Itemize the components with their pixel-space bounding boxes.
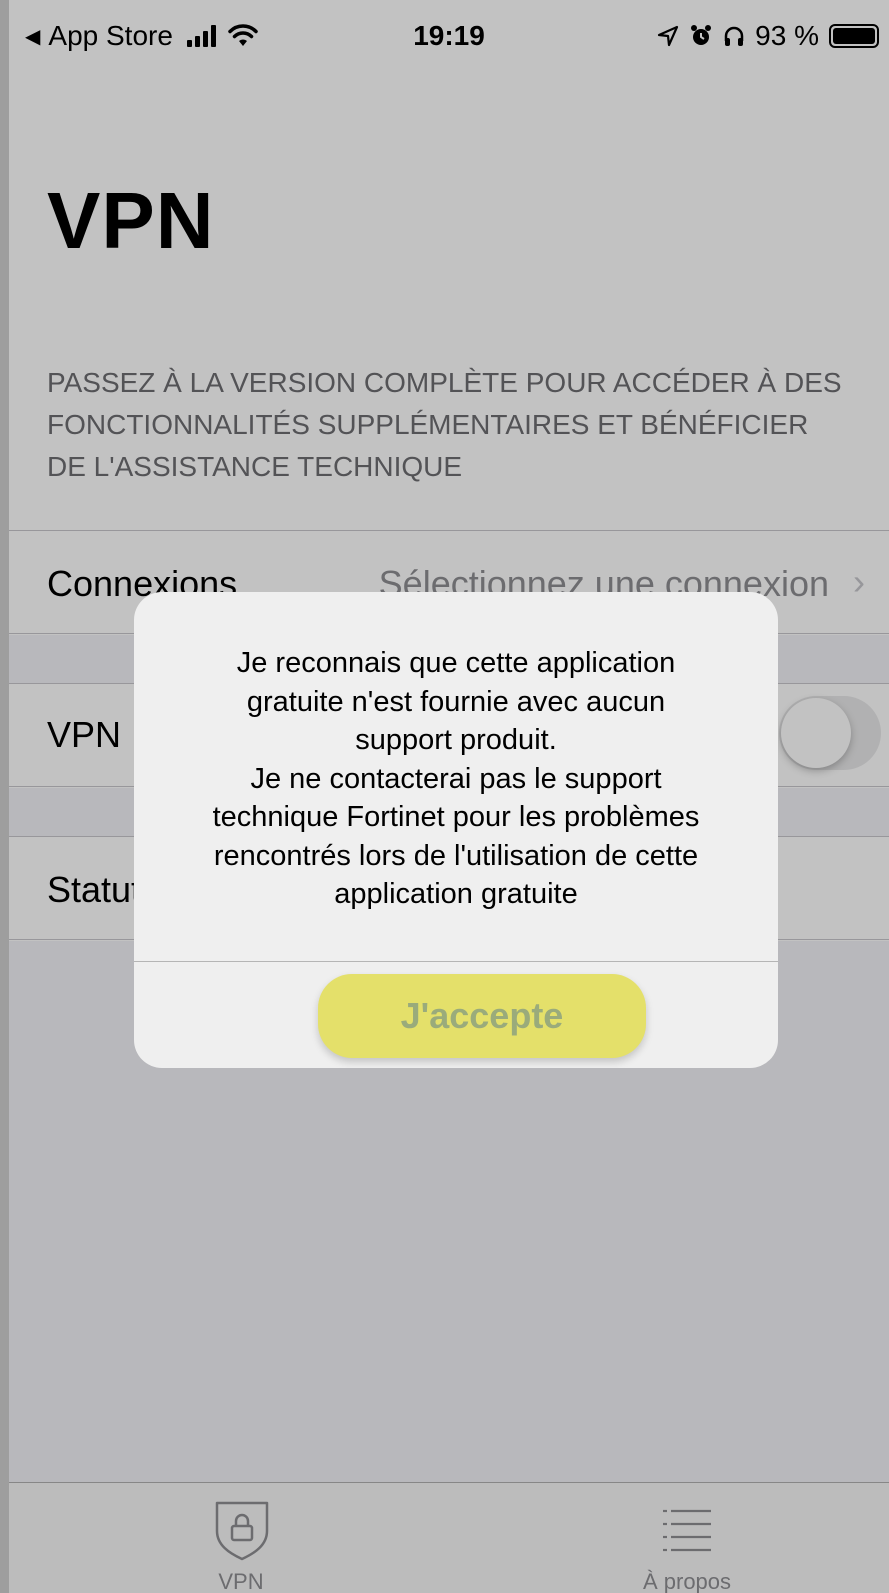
alert-line: gratuite n'est fournie avec aucun: [246, 685, 666, 718]
alert-line: technique Fortinet pour les problèmes: [212, 801, 700, 833]
alert-divider: [134, 961, 778, 962]
alert-message: Je reconnais que cette application gratu…: [164, 644, 748, 914]
alert-line: Je ne contacterai pas le support: [250, 762, 662, 795]
disclaimer-alert: Je reconnais que cette application gratu…: [134, 592, 778, 1068]
alert-line: Je reconnais que cette application: [236, 647, 676, 679]
alert-line: rencontrés lors de l'utilisation de cett…: [213, 839, 699, 872]
alert-line: support produit.: [355, 724, 557, 756]
accept-button[interactable]: J'accepte: [318, 974, 646, 1058]
alert-line: application gratuite: [334, 878, 578, 910]
